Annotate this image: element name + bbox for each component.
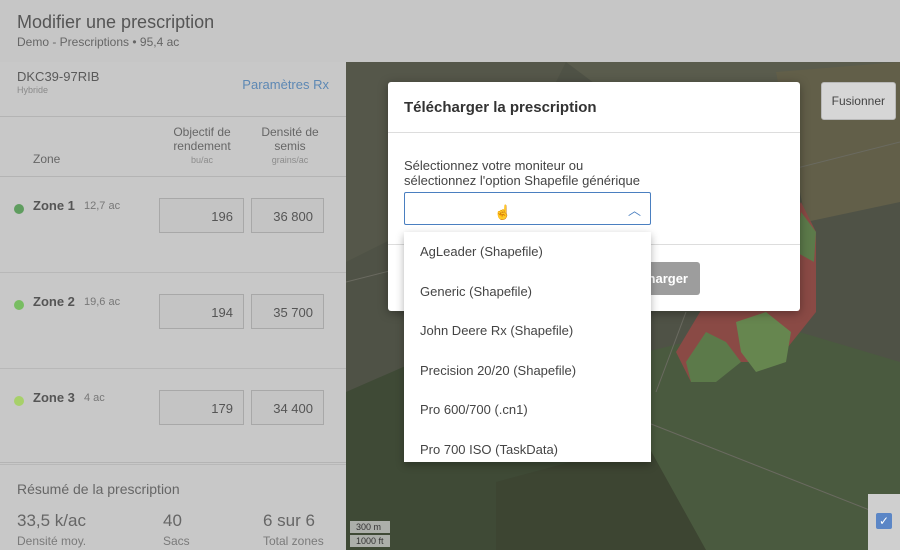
zone-area: 4 ac [84, 392, 105, 404]
dropdown-option[interactable]: Precision 20/20 (Shapefile) [404, 351, 651, 391]
zone-column-header: Zone [33, 152, 61, 166]
density-header-line1: Densité de [261, 125, 319, 139]
zone-color-dot [14, 300, 24, 310]
prescription-summary: Résumé de la prescription 33,5 k/ac Dens… [0, 462, 346, 550]
layer-checkbox[interactable]: ✓ [876, 513, 892, 529]
summary-stat-zones: 6 sur 6 Total zones [263, 511, 324, 548]
page-header: Modifier une prescription Demo - Prescri… [0, 0, 900, 62]
dropdown-option[interactable]: Pro 600/700 (.cn1) [404, 390, 651, 430]
density-input[interactable]: 34 400 [251, 390, 324, 425]
zone-name: Zone 2 [33, 294, 75, 309]
stat-label: Total zones [263, 534, 324, 548]
hybrid-row: DKC39-97RIB Hybride Paramètres Rx [0, 62, 346, 117]
yield-header-line2: rendement [173, 139, 231, 153]
scale-feet: 1000 ft [350, 535, 390, 547]
zone-row: Zone 1 12,7 ac 196 36 800 [0, 177, 346, 273]
zone-name: Zone 3 [33, 390, 75, 405]
density-column-header: Densité de semis grains/ac [250, 125, 330, 167]
rx-settings-link[interactable]: Paramètres Rx [242, 77, 329, 92]
monitor-select-label: Sélectionnez votre moniteur ou sélection… [404, 158, 704, 188]
zone-color-dot [14, 204, 24, 214]
stat-label: Sacs [163, 534, 190, 548]
yield-header-line1: Objectif de [173, 125, 231, 139]
scale-meters: 300 m [350, 521, 390, 533]
zone-area: 12,7 ac [84, 200, 121, 212]
stat-value: 40 [163, 511, 182, 530]
label-line2: sélectionnez l'option Shapefile génériqu… [404, 173, 640, 188]
left-panel: DKC39-97RIB Hybride Paramètres Rx Zone O… [0, 62, 346, 550]
stat-value: 6 sur 6 [263, 511, 315, 530]
dropdown-option[interactable]: AgLeader (Shapefile) [404, 232, 651, 272]
density-header-line2: semis [274, 139, 306, 153]
yield-unit: bu/ac [190, 155, 214, 165]
hand-cursor-icon: ☝ [494, 204, 512, 220]
label-line1: Sélectionnez votre moniteur ou [404, 158, 584, 173]
stat-label: Densité moy. [17, 534, 87, 548]
dropdown-option[interactable]: Pro 700 ISO (TaskData) [404, 430, 651, 463]
summary-stat-bags: 40 Sacs [163, 511, 190, 548]
density-unit: grains/ac [271, 155, 309, 165]
stat-value: 33,5 k/ac [17, 511, 86, 530]
density-input[interactable]: 35 700 [251, 294, 324, 329]
chevron-up-icon: ︿ [627, 203, 641, 218]
summary-stat-density: 33,5 k/ac Densité moy. [17, 511, 86, 548]
zone-color-dot [14, 396, 24, 406]
modal-title: Télécharger la prescription [404, 99, 597, 116]
merge-button[interactable]: Fusionner [820, 82, 896, 120]
page-title: Modifier une prescription [17, 12, 215, 32]
density-input[interactable]: 36 800 [251, 198, 324, 233]
monitor-select[interactable]: ☝ ︿ [404, 192, 651, 225]
zone-row: Zone 3 4 ac 179 34 400 [0, 369, 346, 465]
dropdown-option[interactable]: Generic (Shapefile) [404, 272, 651, 312]
yield-input[interactable]: 196 [159, 198, 244, 233]
page-subtitle: Demo - Prescriptions • 95,4 ac [17, 35, 180, 49]
zone-row: Zone 2 19,6 ac 194 35 700 [0, 273, 346, 369]
dropdown-option[interactable]: John Deere Rx (Shapefile) [404, 311, 651, 351]
map-scale: 300 m 1000 ft [350, 519, 390, 547]
column-headers: Zone Objectif de rendement bu/ac Densité… [0, 117, 346, 177]
yield-input[interactable]: 194 [159, 294, 244, 329]
zone-area: 19,6 ac [84, 296, 121, 308]
summary-title: Résumé de la prescription [17, 481, 180, 497]
zone-name: Zone 1 [33, 198, 75, 213]
yield-input[interactable]: 179 [159, 390, 244, 425]
modal-divider [388, 132, 800, 133]
monitor-dropdown-list: AgLeader (Shapefile) Generic (Shapefile)… [404, 232, 651, 462]
yield-column-header: Objectif de rendement bu/ac [158, 125, 246, 167]
